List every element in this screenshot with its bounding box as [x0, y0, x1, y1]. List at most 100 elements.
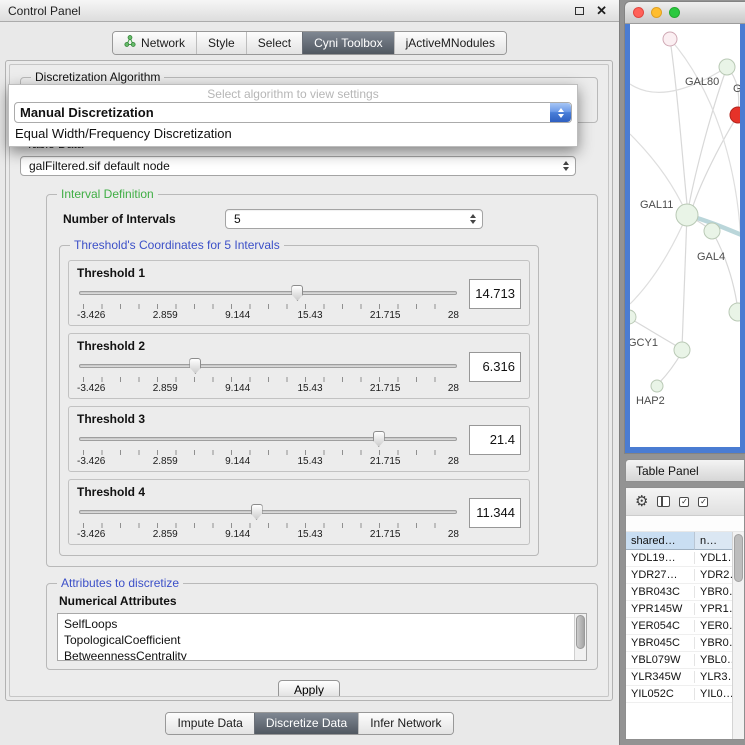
threshold-value-field[interactable]: 21.4 — [469, 425, 521, 455]
network-node[interactable] — [674, 342, 690, 358]
tab-label: jActiveMNodules — [406, 36, 495, 50]
combo-value: 5 — [234, 212, 241, 226]
slider-track — [79, 510, 457, 514]
scale-label: 2.859 — [153, 529, 178, 540]
list-scrollbar[interactable] — [574, 614, 586, 660]
scale-label: 2.859 — [153, 456, 178, 467]
network-node[interactable] — [704, 223, 720, 239]
select-all-checkbox-icon[interactable]: ✓ — [679, 497, 689, 507]
slider-thumb[interactable] — [251, 504, 263, 520]
group-title: Interval Definition — [57, 187, 158, 202]
slider-thumb[interactable] — [291, 285, 303, 301]
float-window-button[interactable] — [575, 7, 584, 15]
gear-icon[interactable]: ⚙ — [635, 494, 648, 509]
threshold-value-field[interactable]: 6.316 — [469, 352, 521, 382]
close-traffic-light[interactable] — [633, 7, 644, 18]
table-row[interactable]: YDL19… YDL1… — [626, 550, 744, 567]
cyni-toolbox-panel: Discretization Algorithm Table Data galF… — [5, 60, 613, 701]
table-toolbar: ⚙ ✓ ✓ — [626, 488, 744, 516]
network-canvas-svg: GAL80GAGAL11GAL4GCY1HAP2 — [630, 24, 740, 447]
network-view-window: GAL80GAGAL11GAL4GCY1HAP2 — [625, 2, 745, 453]
table-data-combobox[interactable]: galFiltered.sif default node — [20, 156, 576, 176]
table-row[interactable]: YBR043C YBR0… — [626, 584, 744, 601]
table-row[interactable]: YIL052C YIL0… — [626, 686, 744, 703]
scrollbar-thumb[interactable] — [576, 615, 585, 649]
tab-select[interactable]: Select — [246, 32, 302, 54]
slider-track — [79, 291, 457, 295]
threshold-panel: Threshold 1 -3.426 2.859 9.144 — [68, 260, 530, 326]
scale-label: 28 — [448, 529, 459, 540]
threshold-slider[interactable] — [77, 429, 459, 449]
number-of-intervals-combobox[interactable]: 5 — [225, 209, 483, 229]
network-node[interactable] — [676, 204, 698, 226]
network-node[interactable] — [651, 380, 663, 392]
tab-style[interactable]: Style — [196, 32, 246, 54]
table-row[interactable]: YPR145W YPR1… — [626, 601, 744, 618]
scale-label: 9.144 — [225, 383, 250, 394]
threshold-value-field[interactable]: 14.713 — [469, 279, 521, 309]
table-row[interactable]: YER054C YER0… — [626, 618, 744, 635]
table-row[interactable]: YDR27… YDR2… — [626, 567, 744, 584]
dropdown-option-manual-discretization[interactable]: Manual Discretization — [14, 102, 572, 123]
tab-jactivemnodules[interactable]: jActiveMNodules — [394, 32, 506, 54]
network-canvas[interactable]: GAL80GAGAL11GAL4GCY1HAP2 — [630, 24, 740, 447]
tab-infer-network[interactable]: Infer Network — [358, 713, 452, 734]
columns-icon[interactable] — [657, 496, 670, 507]
network-edge[interactable] — [630, 215, 687, 304]
list-item[interactable]: TopologicalCoefficient — [64, 632, 572, 648]
dropdown-option-equal-width-frequency[interactable]: Equal Width/Frequency Discretization — [9, 123, 577, 143]
list-item[interactable]: BetweennessCentrality — [64, 648, 572, 661]
network-node[interactable] — [663, 32, 677, 46]
tab-label: Impute Data — [177, 716, 242, 730]
close-window-button[interactable]: ✕ — [596, 4, 607, 17]
cell-shared-name: YBR045C — [626, 637, 695, 649]
group-title: Attributes to discretize — [57, 576, 183, 591]
tab-label: Discretize Data — [266, 716, 347, 730]
numerical-attributes-label: Numerical Attributes — [57, 594, 587, 608]
threshold-slider[interactable] — [77, 502, 459, 522]
table-row[interactable]: YBL079W YBL0… — [626, 652, 744, 669]
slider-thumb[interactable] — [373, 431, 385, 447]
number-of-intervals-row: Number of Intervals 5 — [57, 209, 587, 229]
apply-button[interactable]: Apply — [278, 680, 340, 697]
tab-label: Network — [141, 36, 185, 50]
table-row[interactable]: YLR345W YLR3… — [626, 669, 744, 686]
slider-ticks — [83, 523, 453, 528]
tab-discretize-data[interactable]: Discretize Data — [254, 713, 358, 734]
threshold-slider[interactable] — [77, 356, 459, 376]
network-node[interactable] — [719, 59, 735, 75]
node-label: HAP2 — [636, 395, 665, 407]
column-header-shared-name[interactable]: shared… — [626, 532, 695, 550]
table-spacer — [626, 516, 744, 532]
threshold-value-field[interactable]: 11.344 — [469, 498, 521, 528]
tab-cyni-toolbox[interactable]: Cyni Toolbox — [302, 32, 393, 54]
network-node[interactable] — [730, 107, 740, 123]
threshold-panel: Threshold 3 -3.426 2.859 9.144 — [68, 406, 530, 472]
slider-thumb[interactable] — [189, 358, 201, 374]
tab-network[interactable]: Network — [113, 32, 196, 54]
threshold-slider[interactable] — [77, 283, 459, 303]
network-edge[interactable] — [670, 39, 687, 204]
slider-ticks — [83, 304, 453, 309]
network-frame: GAL80GAGAL11GAL4GCY1HAP2 — [625, 24, 745, 453]
combo-stepper-icon — [550, 103, 571, 122]
table-scrollbar[interactable] — [732, 532, 744, 739]
tab-impute-data[interactable]: Impute Data — [166, 713, 253, 734]
scale-label: -3.426 — [77, 310, 105, 321]
network-icon — [124, 35, 136, 50]
threshold-label: Threshold 3 — [77, 412, 459, 426]
threshold-label: Threshold 1 — [77, 266, 459, 280]
scrollbar-thumb[interactable] — [734, 534, 743, 582]
network-edge[interactable] — [712, 231, 738, 310]
zoom-traffic-light[interactable] — [669, 7, 680, 18]
network-edge[interactable] — [682, 215, 687, 348]
control-panel-titlebar: Control Panel ✕ — [0, 0, 619, 22]
scale-label: 28 — [448, 310, 459, 321]
table-row[interactable]: YBR045C YBR0… — [626, 635, 744, 652]
network-node[interactable] — [729, 303, 740, 321]
minimize-traffic-light[interactable] — [651, 7, 662, 18]
list-item[interactable]: SelfLoops — [64, 616, 572, 632]
table-panel-titlebar: Table Panel — [625, 459, 745, 482]
table-panel-title: Table Panel — [636, 464, 699, 478]
function-builder-checkbox-icon[interactable]: ✓ — [698, 497, 708, 507]
